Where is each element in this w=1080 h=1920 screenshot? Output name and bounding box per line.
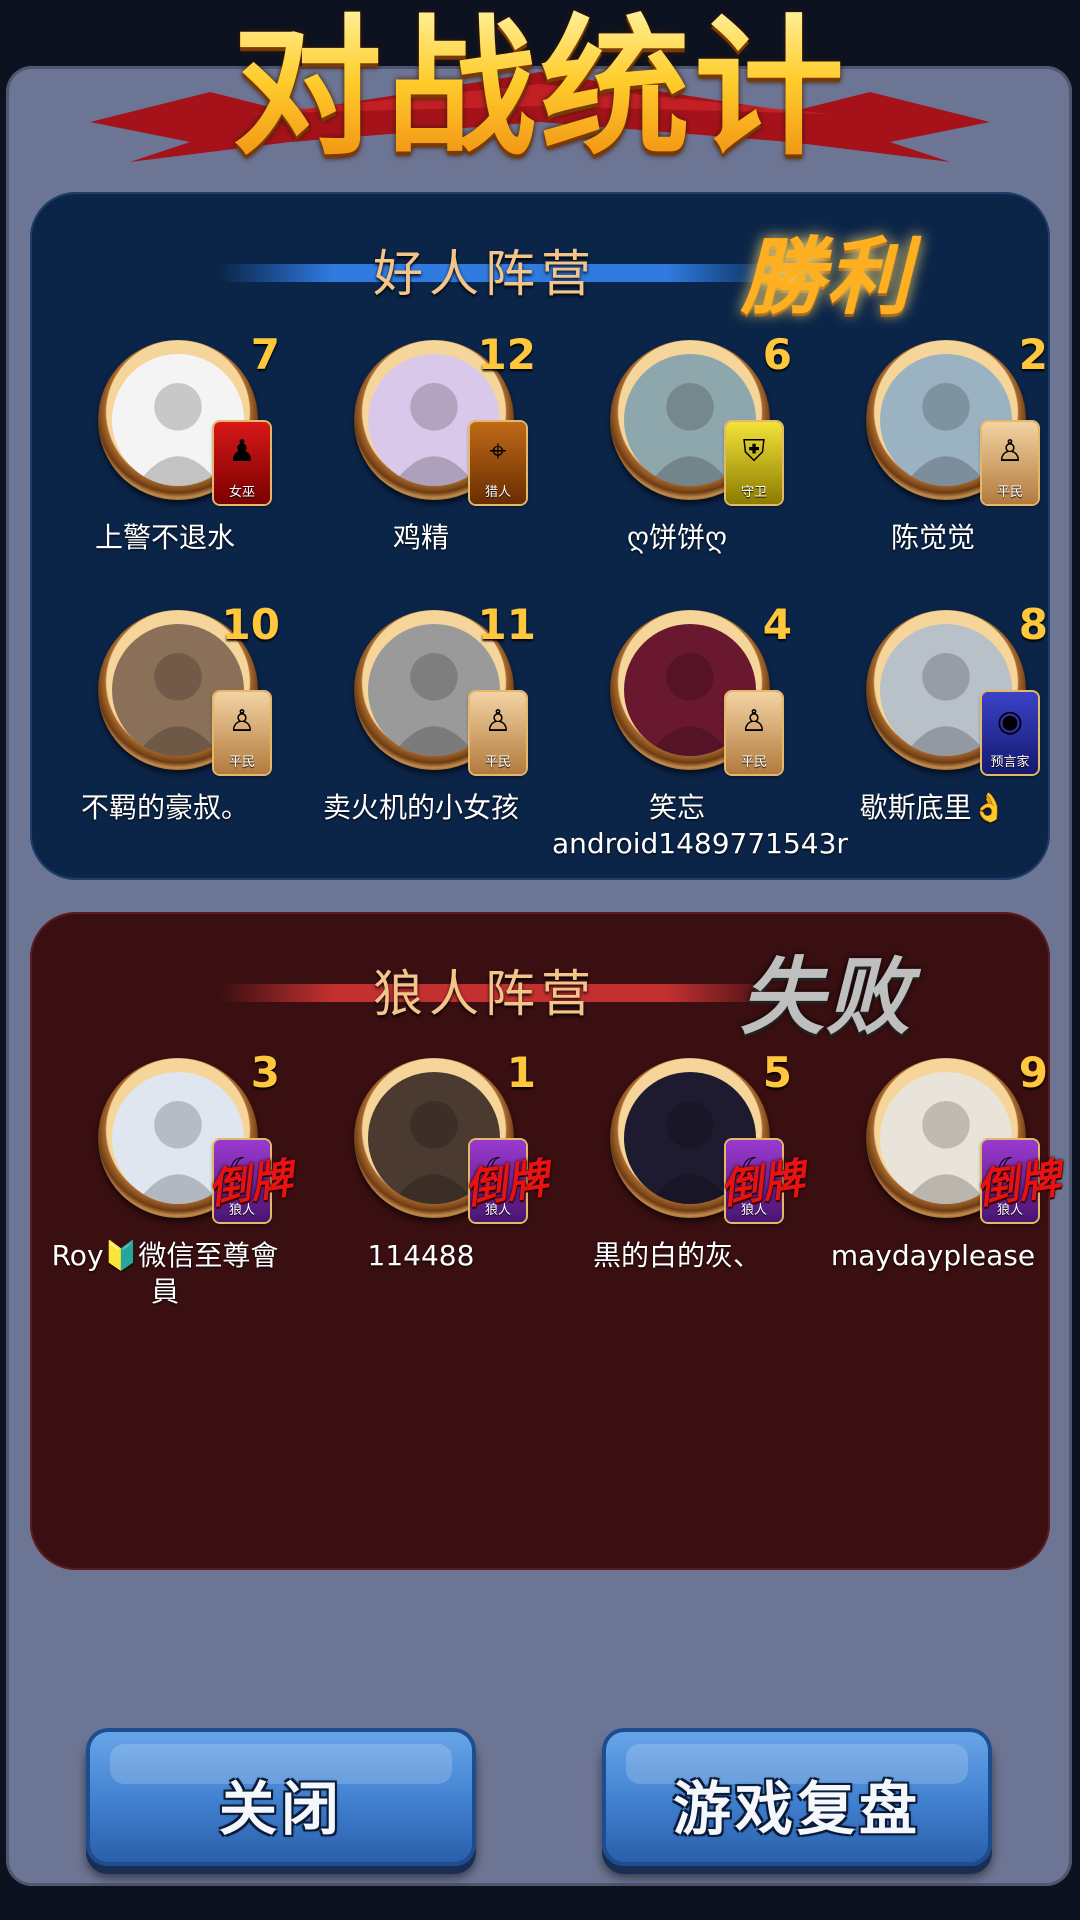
role-card: ⛨ 守卫 (726, 422, 782, 504)
villager-icon: ♙ (996, 434, 1024, 469)
player-card[interactable]: 11 ♙ 平民卖火机的小女孩 (306, 600, 536, 860)
dead-stamp: 倒牌 (205, 1153, 296, 1214)
dead-stamp: 倒牌 (717, 1153, 808, 1214)
player-card[interactable]: 10 ♙ 平民不羁的豪叔。 (50, 600, 280, 860)
seat-number: 8 (1018, 600, 1048, 649)
game-replay-button[interactable]: 游戏复盘 (602, 1728, 992, 1866)
player-name: ღ饼饼ღ (626, 521, 728, 554)
role-card: ♙ 平民 (982, 422, 1038, 504)
close-button-label: 关闭 (218, 1775, 343, 1843)
role-label: 平民 (740, 755, 767, 770)
villager-icon: ♙ (228, 704, 256, 739)
player-name: 黒的白的灰、 (592, 1239, 761, 1272)
shield-icon: ⛨ (742, 434, 766, 469)
page-title: 对战统计 (0, 4, 1080, 174)
seat-number: 4 (762, 600, 792, 649)
defeat-label: 失败 (740, 947, 913, 1046)
role-card: ♙ 平民 (214, 692, 270, 774)
dead-stamp: 倒牌 (461, 1153, 552, 1214)
player-name: 上警不退水 (94, 521, 235, 554)
good-camp-panel: 好人阵营 勝利 7 ♟ 女巫 上警不退水 12 ⌖ 猎人 鸡精 6 ⛨ 守卫 ღ饼饼ღ 2 ♙ 平民 陈觉觉 1… (30, 192, 1050, 880)
seat-number: 1 (506, 1048, 536, 1097)
good-camp-header: 好人阵营 勝利 (30, 227, 1050, 326)
player-card[interactable]: 9 ☾ 狼人 倒牌 maydayplease (818, 1048, 1064, 1308)
role-card: ♙ 平民 (470, 692, 526, 774)
villager-icon: ♙ (484, 704, 512, 739)
victory-label: 勝利 (740, 227, 913, 326)
role-label: 平民 (484, 755, 511, 770)
seat-number: 5 (762, 1048, 792, 1097)
player-name: 114488 (367, 1239, 475, 1272)
player-name: 不羁的豪叔。 (80, 791, 249, 824)
player-name: maydayplease (830, 1239, 1036, 1272)
seat-number: 10 (221, 600, 280, 649)
seat-number: 11 (477, 600, 536, 649)
player-name: 歇斯底里👌 (859, 791, 1007, 824)
player-name: 鸡精 (392, 521, 449, 554)
seat-number: 2 (1018, 330, 1048, 379)
player-card[interactable]: 8 ◉ 预言家歇斯底里👌 (818, 600, 1048, 860)
player-card[interactable]: 2 ♙ 平民陈觉觉 (818, 330, 1048, 590)
player-name: 陈觉觉 (890, 521, 975, 554)
role-label: 预言家 (990, 755, 1030, 770)
seat-number: 9 (1018, 1048, 1048, 1097)
role-label: 守卫 (740, 485, 767, 500)
wolf-camp-header: 狼人阵营 失败 (30, 947, 1050, 1046)
player-card[interactable]: 12 ⌖ 猎人鸡精 (306, 330, 536, 590)
witch-icon: ♟ (228, 434, 256, 469)
role-label: 猎人 (484, 485, 511, 500)
player-card[interactable]: 3 ☾ 狼人 倒牌 Roy🔰微信至尊會員 (50, 1048, 296, 1308)
wolf-camp-panel: 狼人阵营 失败 3 ☾ 狼人 倒牌 Roy🔰微信至尊會員 1 ☾ 狼人 倒牌 114488 5 ☾ 狼人… (30, 912, 1064, 1570)
player-card[interactable]: 6 ⛨ 守卫 ღ饼饼ღ (562, 330, 792, 590)
player-name: 卖火机的小女孩 (322, 791, 519, 824)
player-card[interactable]: 7 ♟ 女巫上警不退水 (50, 330, 280, 590)
crosshair-icon: ⌖ (489, 434, 507, 469)
villager-icon: ♙ (740, 704, 768, 739)
player-name: Roy🔰微信至尊會員 (51, 1239, 279, 1308)
seat-number: 7 (250, 330, 280, 379)
player-name: 笑忘android1489771543r (552, 791, 848, 860)
role-card: ♙ 平民 (726, 692, 782, 774)
player-card[interactable]: 5 ☾ 狼人 倒牌 黒的白的灰、 (562, 1048, 807, 1308)
role-label: 女巫 (228, 485, 255, 500)
seat-number: 6 (762, 330, 792, 379)
role-label: 平民 (996, 485, 1023, 500)
role-card: ♟ 女巫 (214, 422, 270, 504)
game-replay-button-label: 游戏复盘 (672, 1775, 921, 1843)
player-card[interactable]: 1 ☾ 狼人 倒牌 114488 (306, 1048, 551, 1308)
seat-number: 12 (477, 330, 536, 379)
seat-number: 3 (250, 1048, 280, 1097)
close-button[interactable]: 关闭 (86, 1728, 476, 1866)
role-card: ⌖ 猎人 (470, 422, 526, 504)
role-card: ◉ 预言家 (982, 692, 1038, 774)
player-card[interactable]: 4 ♙ 平民笑忘android1489771543r (552, 600, 848, 860)
role-label: 平民 (228, 755, 255, 770)
eye-icon: ◉ (996, 704, 1024, 739)
